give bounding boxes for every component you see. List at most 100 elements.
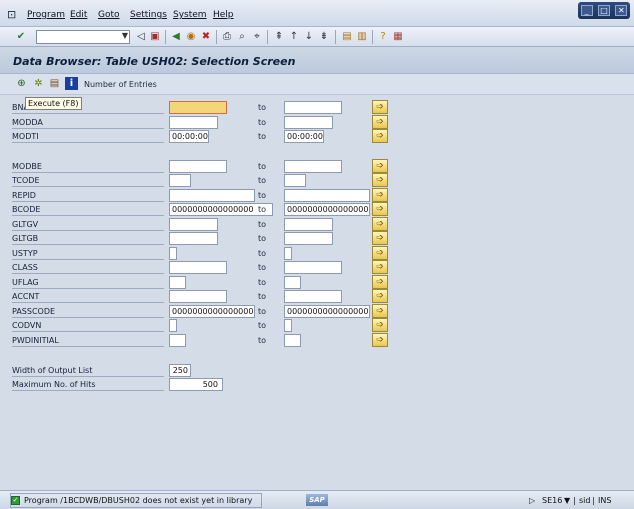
number-of-entries-button[interactable]: Number of Entries — [84, 80, 157, 89]
multiple-selection-arrow-icon[interactable]: ➩ — [372, 246, 388, 260]
to-input-codvn[interactable] — [284, 319, 292, 332]
menu-help[interactable]: Help — [213, 10, 234, 20]
to-input-passcode[interactable]: 0000000000000000... — [284, 305, 370, 318]
to-input-pwdinitial[interactable] — [284, 334, 301, 347]
field-label-gltgb: GLTGB — [12, 232, 164, 245]
get-variant-icon[interactable]: ▤ — [48, 77, 61, 90]
menu-program[interactable]: Program — [27, 10, 65, 20]
minimize-icon[interactable]: _ — [580, 5, 593, 16]
layout-menu-icon[interactable]: ▦ — [391, 30, 405, 44]
status-tcode[interactable]: SE16 — [542, 496, 562, 505]
to-input-tcode[interactable] — [284, 174, 306, 187]
to-label: to — [258, 191, 267, 200]
from-input-pwdinitial[interactable] — [169, 334, 186, 347]
maximize-icon[interactable]: □ — [597, 5, 610, 16]
status-dropdown-icon[interactable]: ▼ — [564, 496, 570, 505]
from-input-uflag[interactable] — [169, 276, 186, 289]
from-input-bname[interactable] — [169, 101, 227, 114]
from-input-class[interactable] — [169, 261, 227, 274]
to-label: to — [258, 263, 267, 272]
standard-toolbar: ✔ ▼ ◁ ▣ ◀ ◉ ✖ ⎙ ⌕ ⌖ ⇞ ↑ ↓ ⇟ ▤ ▥ ? ▦ — [0, 27, 634, 47]
field-label-ustyp: USTYP — [12, 247, 164, 260]
to-label: to — [258, 176, 267, 185]
multiple-selection-arrow-icon[interactable]: ➩ — [372, 159, 388, 173]
to-input-modti[interactable]: 00:00:00 — [284, 130, 324, 143]
previous-page-icon[interactable]: ↑ — [287, 30, 301, 44]
back-icon[interactable]: ◀ — [169, 30, 183, 44]
history-back-icon[interactable]: ◁ — [134, 30, 148, 44]
save-icon[interactable]: ▣ — [148, 30, 162, 44]
to-input-ustyp[interactable] — [284, 247, 292, 260]
new-session-icon[interactable]: ▤ — [340, 30, 354, 44]
multiple-selection-arrow-icon[interactable]: ➩ — [372, 275, 388, 289]
to-input-class[interactable] — [284, 261, 342, 274]
execute-icon[interactable]: ⊕ — [15, 77, 28, 90]
chevron-down-icon[interactable]: ▼ — [122, 31, 128, 40]
save-variant-icon[interactable]: ✲ — [32, 77, 45, 90]
field-label-pwdinitial: PWDINITIAL — [12, 334, 164, 347]
maximum-hits-label: Maximum No. of Hits — [12, 378, 164, 391]
cancel-icon[interactable]: ✖ — [199, 30, 213, 44]
from-input-tcode[interactable] — [169, 174, 191, 187]
from-input-accnt[interactable] — [169, 290, 227, 303]
print-icon[interactable]: ⎙ — [220, 30, 234, 44]
multiple-selection-arrow-icon[interactable]: ➩ — [372, 260, 388, 274]
command-field[interactable]: ▼ — [36, 30, 130, 44]
menu-edit[interactable]: Edit — [70, 10, 87, 20]
find-next-icon[interactable]: ⌖ — [250, 30, 264, 44]
menu-system[interactable]: System — [173, 10, 207, 20]
next-page-icon[interactable]: ↓ — [302, 30, 316, 44]
field-label-uflag: UFLAG — [12, 276, 164, 289]
find-icon[interactable]: ⌕ — [235, 30, 249, 44]
multiple-selection-arrow-icon[interactable]: ➩ — [372, 115, 388, 129]
to-input-accnt[interactable] — [284, 290, 342, 303]
field-label-modti: MODTI — [12, 130, 164, 143]
multiple-selection-arrow-icon[interactable]: ➩ — [372, 173, 388, 187]
multiple-selection-arrow-icon[interactable]: ➩ — [372, 289, 388, 303]
multiple-selection-arrow-icon[interactable]: ➩ — [372, 202, 388, 216]
first-page-icon[interactable]: ⇞ — [272, 30, 286, 44]
status-toggle-icon[interactable]: ▷ — [529, 496, 535, 505]
to-label: to — [258, 307, 267, 316]
field-label-passcode: PASSCODE — [12, 305, 164, 318]
multiple-selection-arrow-icon[interactable]: ➩ — [372, 318, 388, 332]
multiple-selection-arrow-icon[interactable]: ➩ — [372, 188, 388, 202]
from-input-passcode[interactable]: 0000000000000000... — [169, 305, 255, 318]
status-mode[interactable]: INS — [598, 496, 611, 505]
from-input-modti[interactable]: 00:00:00 — [169, 130, 209, 143]
maximum-hits-input[interactable]: 500 — [169, 378, 223, 391]
width-of-output-list-input[interactable]: 250 — [169, 364, 191, 377]
from-input-repid[interactable] — [169, 189, 255, 202]
multiple-selection-arrow-icon[interactable]: ➩ — [372, 217, 388, 231]
from-input-gltgv[interactable] — [169, 218, 218, 231]
to-input-gltgv[interactable] — [284, 218, 333, 231]
menu-settings[interactable]: Settings — [130, 10, 167, 20]
help-icon[interactable]: ? — [376, 30, 390, 44]
from-input-modbe[interactable] — [169, 160, 227, 173]
window-menu-icon[interactable]: ⊡ — [7, 8, 16, 21]
shortcut-icon[interactable]: ▥ — [355, 30, 369, 44]
to-input-modda[interactable] — [284, 116, 333, 129]
multiple-selection-arrow-icon[interactable]: ➩ — [372, 333, 388, 347]
multiple-selection-arrow-icon[interactable]: ➩ — [372, 231, 388, 245]
exit-icon[interactable]: ◉ — [184, 30, 198, 44]
multiple-selection-arrow-icon[interactable]: ➩ — [372, 129, 388, 143]
from-input-modda[interactable] — [169, 116, 218, 129]
enter-check-icon[interactable]: ✔ — [14, 30, 28, 44]
info-icon[interactable]: i — [65, 77, 78, 90]
from-input-codvn[interactable] — [169, 319, 177, 332]
from-input-gltgb[interactable] — [169, 232, 218, 245]
to-input-repid[interactable] — [284, 189, 370, 202]
close-icon[interactable]: ✕ — [615, 5, 628, 16]
multiple-selection-arrow-icon[interactable]: ➩ — [372, 304, 388, 318]
menu-goto[interactable]: Goto — [98, 10, 120, 20]
to-input-gltgb[interactable] — [284, 232, 333, 245]
from-input-ustyp[interactable] — [169, 247, 177, 260]
to-input-modbe[interactable] — [284, 160, 342, 173]
to-input-bcode[interactable]: 0000000000000000 — [284, 203, 370, 216]
multiple-selection-arrow-icon[interactable]: ➩ — [372, 100, 388, 114]
to-input-uflag[interactable] — [284, 276, 301, 289]
to-label: to — [258, 118, 267, 127]
to-input-bname[interactable] — [284, 101, 342, 114]
last-page-icon[interactable]: ⇟ — [317, 30, 331, 44]
